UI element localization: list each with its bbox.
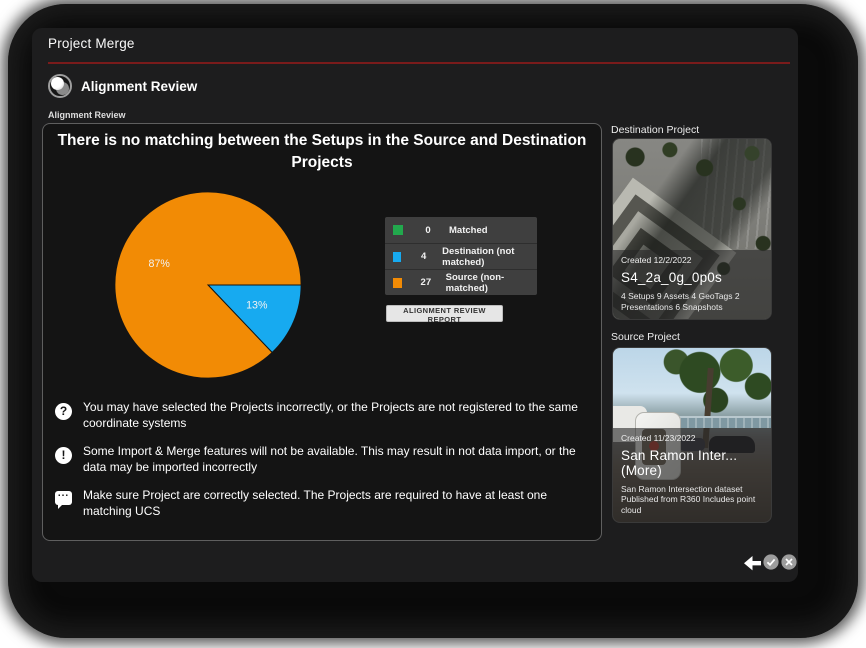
svg-text:87%: 87% (149, 258, 171, 270)
close-circle-icon (781, 554, 797, 570)
page: Project Merge Alignment Review Alignment… (0, 0, 866, 648)
message-row: Make sure Project are correctly selected… (55, 488, 595, 519)
destination-created-date: Created 12/2/2022 (621, 255, 763, 265)
source-swatch (393, 278, 402, 288)
dialog-title: Project Merge (48, 36, 135, 51)
source-label: Source (non-matched) (446, 272, 537, 294)
title-divider (48, 62, 790, 64)
project-merge-dialog: Project Merge Alignment Review Alignment… (32, 28, 798, 582)
comment-icon (55, 491, 72, 505)
section-heading: Alignment Review (81, 79, 197, 94)
question-circle-icon (55, 403, 72, 420)
setup-matching-pie-chart: 13% 87% (111, 188, 305, 382)
legend-row-matched: 0 Matched (385, 217, 537, 243)
destination-count: 4 (413, 251, 434, 262)
message-row: Some Import & Merge features will not be… (55, 444, 595, 475)
matched-count: 0 (415, 225, 441, 236)
cancel-button[interactable] (781, 554, 797, 570)
section-header: Alignment Review (48, 73, 197, 99)
sphere-front-icon (51, 77, 64, 90)
source-project-label: Source Project (611, 331, 680, 343)
back-arrow-button[interactable] (744, 556, 761, 571)
back-arrow-icon (744, 556, 761, 571)
message-text: You may have selected the Projects incor… (83, 400, 591, 431)
alignment-review-panel: There is no matching between the Setups … (42, 123, 602, 541)
message-text: Make sure Project are correctly selected… (83, 488, 591, 519)
exclamation-circle-icon (55, 447, 72, 464)
source-card-overlay: Created 11/23/2022 San Ramon Inter... (M… (613, 428, 771, 523)
destination-card-overlay: Created 12/2/2022 S4_2a_0g_0p0s 4 Setups… (613, 250, 771, 319)
destination-project-card[interactable]: Created 12/2/2022 S4_2a_0g_0p0s 4 Setups… (612, 138, 772, 320)
matched-swatch (393, 225, 403, 235)
destination-project-label: Destination Project (611, 124, 699, 136)
check-circle-icon (763, 554, 779, 570)
legend-row-source: 27 Source (non-matched) (385, 269, 537, 295)
matched-label: Matched (449, 225, 488, 236)
source-project-name: San Ramon Inter... (More) (621, 448, 763, 478)
alignment-spheres-icon (48, 74, 72, 98)
pie-chart: 13% 87% (111, 188, 305, 382)
destination-label: Destination (not matched) (442, 246, 537, 268)
destination-project-stats: 4 Setups 9 Assets 4 GeoTags 2 Presentati… (621, 291, 763, 312)
source-count: 27 (414, 277, 438, 288)
source-project-card[interactable]: Created 11/23/2022 San Ramon Inter... (M… (612, 347, 772, 523)
destination-swatch (393, 252, 401, 262)
message-row: You may have selected the Projects incor… (55, 400, 595, 431)
source-created-date: Created 11/23/2022 (621, 433, 763, 443)
alignment-review-report-button[interactable]: ALIGNMENT REVIEW REPORT (386, 305, 503, 322)
source-project-description: San Ramon Intersection dataset Published… (621, 484, 763, 516)
destination-project-name: S4_2a_0g_0p0s (621, 270, 763, 285)
message-text: Some Import & Merge features will not be… (83, 444, 591, 475)
legend-row-destination: 4 Destination (not matched) (385, 243, 537, 269)
panel-title: There is no matching between the Setups … (53, 130, 591, 174)
svg-text:13%: 13% (246, 300, 268, 312)
pie-legend: 0 Matched 4 Destination (not matched) 27… (385, 217, 537, 295)
panel-group-label: Alignment Review (48, 110, 126, 120)
confirm-button[interactable] (763, 554, 779, 570)
